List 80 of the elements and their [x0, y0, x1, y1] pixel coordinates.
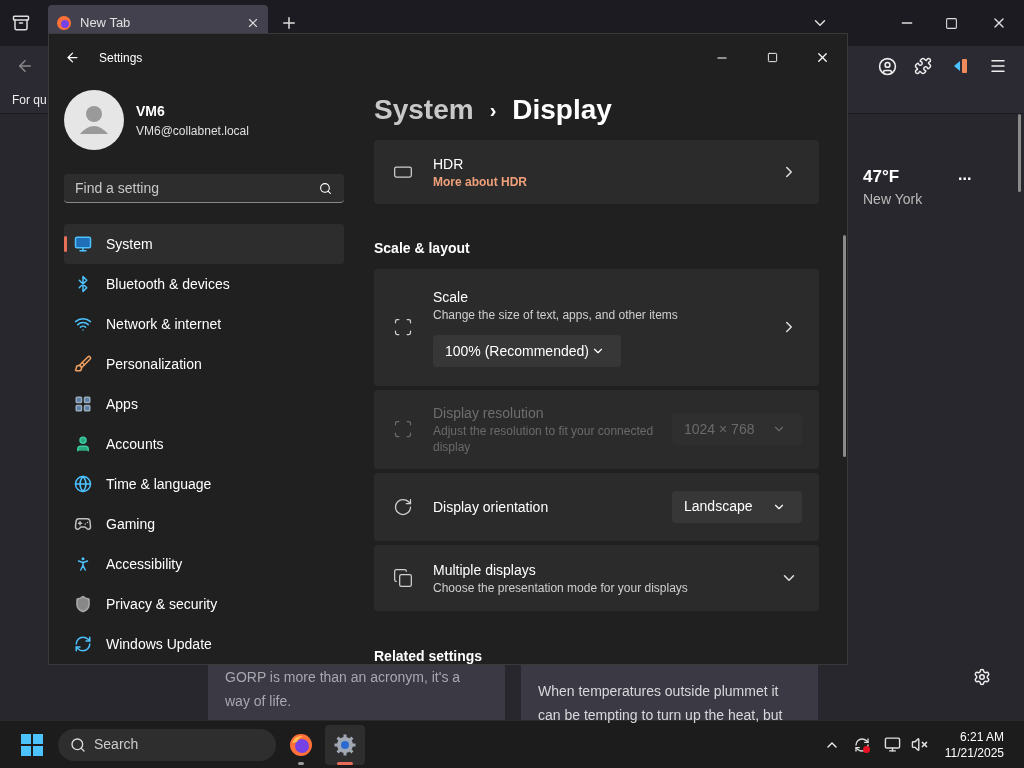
extensions-icon[interactable] [914, 57, 932, 75]
maximize-icon[interactable] [767, 52, 778, 63]
browser-tab[interactable]: New Tab [48, 5, 268, 33]
scale-icon [393, 317, 413, 338]
nav-item[interactable]: Gaming [64, 504, 344, 544]
user-email: VM6@collabnet.local [136, 122, 249, 140]
setting-description: Choose the presentation mode for your displays [433, 579, 689, 596]
start-icon[interactable] [20, 732, 44, 757]
setting-card[interactable]: HDR More about HDR [374, 140, 819, 204]
gamepad-icon [74, 515, 92, 533]
extension-icon[interactable] [952, 57, 970, 75]
new-tab-icon[interactable] [280, 14, 298, 32]
hdr-link[interactable]: More about HDR [433, 174, 760, 190]
nav-item[interactable]: Accessibility [64, 544, 344, 584]
setting-title: Multiple displays [433, 560, 537, 580]
avatar [64, 90, 124, 150]
update-icon [74, 635, 92, 653]
find-setting-field[interactable]: Find a setting [64, 174, 344, 203]
nav-item[interactable]: Accounts [64, 424, 344, 464]
search-icon [319, 181, 332, 195]
brush-icon [74, 355, 92, 373]
taskbar-search-field[interactable]: Search [58, 728, 276, 761]
close-icon[interactable] [246, 16, 260, 30]
more-button[interactable]: ... [958, 169, 972, 181]
menu-icon[interactable] [989, 57, 1007, 75]
nav-item[interactable]: Apps [64, 384, 344, 424]
nav-item[interactable]: Time & language [64, 464, 344, 504]
section-heading: Scale & layout [374, 239, 470, 256]
bookmark-item[interactable]: For qu [12, 90, 47, 109]
search-icon [70, 736, 86, 753]
setting-card[interactable]: Scale Change the size of text, apps, and other items 100% (Recommended) [374, 268, 819, 386]
nav-item[interactable]: Personalization [64, 344, 344, 384]
settings-icon[interactable] [973, 668, 991, 686]
clock[interactable]: 6:21 AM 11/21/2025 [938, 728, 1024, 761]
user-name: VM6 [136, 101, 166, 121]
weather-location: New York [863, 190, 924, 209]
dropdown[interactable]: Landscape [672, 490, 802, 523]
nav-item[interactable]: System [64, 224, 344, 264]
rotate-icon [393, 496, 413, 517]
setting-title: Scale [433, 288, 470, 308]
resolution-icon [393, 419, 413, 440]
apps-grid-icon [74, 395, 92, 413]
globe-icon [74, 475, 92, 493]
setting-card[interactable]: Display orientation Landscape [374, 472, 819, 541]
firefox-icon [289, 732, 313, 757]
shield-icon [74, 595, 92, 613]
weather-temperature: 47°F [863, 166, 901, 188]
page-title: Display [512, 93, 612, 127]
wifi-icon [74, 315, 92, 333]
news-card-text: When temperatures outside plummet it can be tempting to turn up the heat, but [538, 683, 783, 723]
firefox-icon [56, 15, 72, 31]
breadcrumb-separator: › [489, 98, 497, 123]
back-icon[interactable] [65, 50, 80, 65]
tab-title: New Tab [80, 14, 132, 33]
volume-muted-icon[interactable] [911, 736, 928, 753]
setting-title: HDR [433, 155, 465, 174]
news-card-text: GORP is more than an acronym, it's a way of life. [225, 669, 461, 709]
restore-icon[interactable] [945, 16, 958, 30]
taskbar-app[interactable] [325, 724, 365, 765]
nav-item[interactable]: Network & internet [64, 304, 344, 344]
person-icon [74, 435, 92, 453]
account-icon[interactable] [878, 56, 897, 76]
scale-dropdown[interactable]: 100% (Recommended) [433, 335, 621, 368]
monitor-icon [74, 235, 92, 253]
sync-icon[interactable] [854, 736, 870, 753]
gear-icon [333, 732, 357, 757]
nav-item[interactable]: Bluetooth & devices [64, 264, 344, 304]
setting-card[interactable]: Multiple displays Choose the presentation mode for your displays [374, 544, 819, 611]
multiple-displays-icon [393, 567, 413, 588]
news-card[interactable]: GORP is more than an acronym, it's a way of life. [208, 665, 505, 720]
window-title: Settings [99, 49, 143, 67]
close-icon[interactable] [815, 50, 830, 65]
setting-description: Adjust the resolution to fit your connected display [433, 423, 655, 456]
setting-title: Display resolution [433, 404, 545, 424]
setting-description: Change the size of text, apps, and other items [433, 307, 679, 324]
section-heading: Related settings [374, 648, 483, 664]
setting-title: Display orientation [433, 497, 550, 517]
nav-item[interactable]: Windows Update [64, 624, 344, 664]
breadcrumb-parent[interactable]: System [374, 89, 474, 131]
nav-item[interactable]: Privacy & security [64, 584, 344, 624]
